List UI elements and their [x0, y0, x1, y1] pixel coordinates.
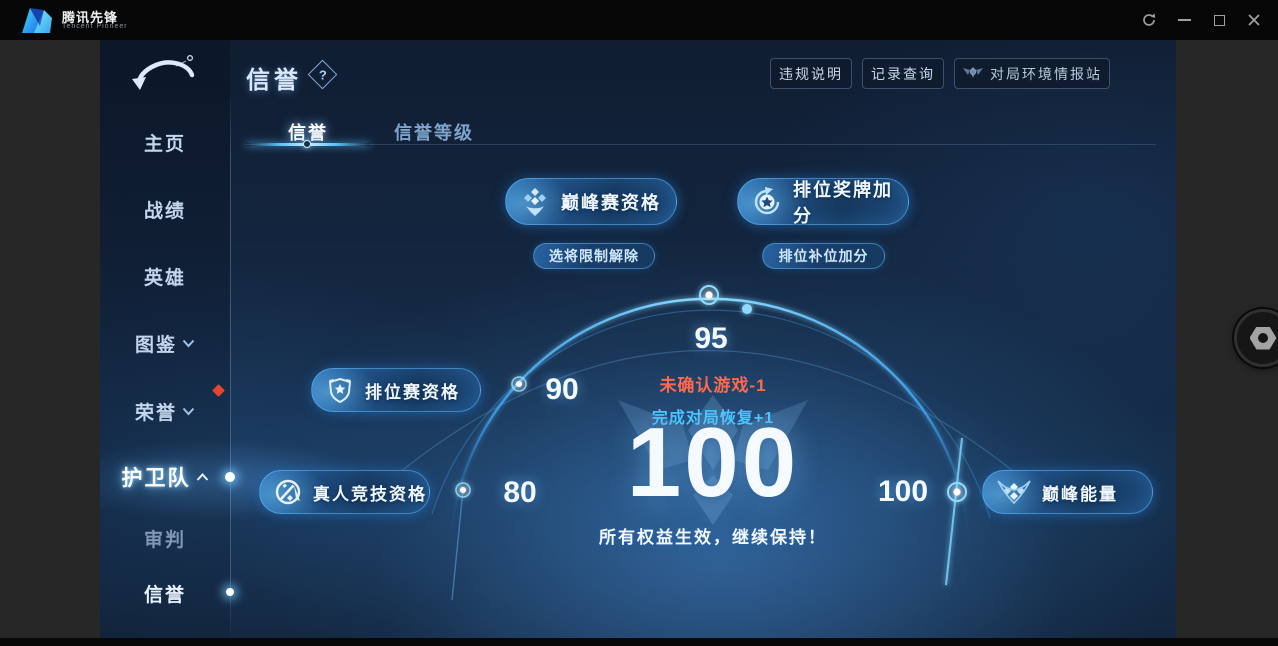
- chevron-down-icon: [182, 407, 195, 415]
- peak-energy-badge[interactable]: 巅峰能量: [982, 470, 1153, 514]
- tab-credit-level[interactable]: 信誉等级: [386, 119, 482, 145]
- record-query-button[interactable]: 记录查询: [862, 58, 944, 89]
- active-nav-dot: [225, 472, 235, 482]
- back-button[interactable]: [126, 53, 200, 97]
- medal-circle-icon: [751, 186, 783, 218]
- shield-star-icon: [325, 375, 355, 405]
- app-subtitle: Tencent Pioneer: [62, 23, 128, 30]
- tencent-pioneer-logo-icon: [22, 8, 52, 33]
- match-env-intel-button[interactable]: 对局环境情报站: [954, 58, 1110, 89]
- penalty-text: 未确认游戏-1: [659, 376, 767, 395]
- active-tab-marker: [303, 140, 311, 148]
- sidebar-item-credit[interactable]: 信誉: [100, 579, 230, 607]
- page-title: 信誉: [246, 67, 302, 94]
- chevron-down-icon: [182, 339, 195, 347]
- tab-divider: [246, 144, 1156, 145]
- minimize-icon[interactable]: [1176, 12, 1192, 28]
- peak-match-qualification-badge[interactable]: 巅峰赛资格: [505, 178, 677, 225]
- game-screen: 80 90 95 100 未确认游戏-1 完成对局恢复+1 100 所有权益生效…: [100, 40, 1176, 638]
- sidebar-item-gallery[interactable]: 图鉴: [100, 329, 230, 357]
- credit-nav-dot: [226, 588, 234, 596]
- credit-score: 100: [626, 407, 800, 517]
- refresh-icon[interactable]: [1141, 12, 1157, 28]
- sidebar-item-judge[interactable]: 审判: [100, 524, 230, 552]
- maximize-icon[interactable]: [1211, 12, 1227, 28]
- sidebar-item-heroes[interactable]: 英雄: [100, 262, 230, 290]
- sidebar-item-guard[interactable]: 护卫队: [100, 463, 230, 491]
- sidebar-item-home[interactable]: 主页: [100, 128, 230, 156]
- chevron-up-icon: [196, 472, 208, 481]
- violation-info-button[interactable]: 违规说明: [770, 58, 852, 89]
- no-bot-icon: [273, 477, 303, 507]
- pick-limit-removed-pill[interactable]: 选将限制解除: [533, 243, 655, 269]
- diamond-cluster-icon: [519, 186, 551, 218]
- intel-emblem-icon: [962, 66, 984, 81]
- sidebar-divider: [230, 92, 231, 638]
- titlebar: 腾讯先锋 Tencent Pioneer: [0, 0, 1278, 40]
- sidebar-item-honor[interactable]: 荣誉: [100, 397, 230, 425]
- hexagon-icon: [1249, 326, 1277, 350]
- rank-qualification-badge[interactable]: 排位赛资格: [311, 368, 481, 412]
- bottom-bar: [0, 638, 1278, 646]
- letterbox-left: [0, 40, 100, 638]
- rank-medal-bonus-badge[interactable]: 排位奖牌加分: [737, 178, 909, 226]
- wing-diamond-icon: [996, 479, 1032, 505]
- rank-backup-bonus-pill[interactable]: 排位补位加分: [762, 243, 885, 269]
- close-icon[interactable]: [1246, 12, 1262, 28]
- status-text: 所有权益生效，继续保持！: [599, 528, 827, 547]
- gauge-tick-95: 95: [694, 322, 728, 355]
- human-pvp-qualification-badge[interactable]: 真人竞技资格: [259, 470, 430, 514]
- window-controls: [1141, 0, 1262, 40]
- help-icon[interactable]: ?: [307, 59, 338, 90]
- sidebar-item-records[interactable]: 战绩: [100, 195, 230, 223]
